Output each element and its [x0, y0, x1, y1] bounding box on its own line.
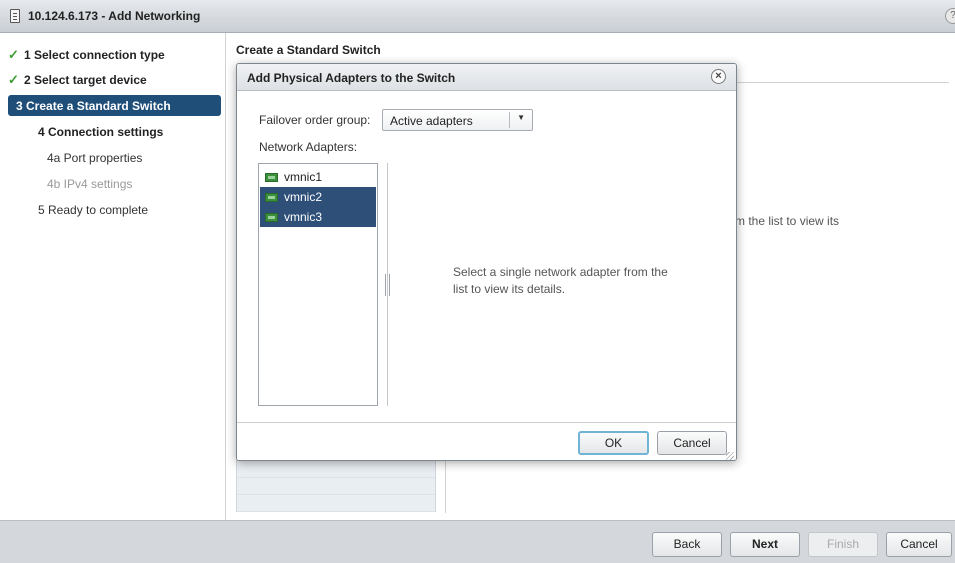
network-adapters-label: Network Adapters: [259, 140, 358, 154]
list-item-vmnic2[interactable]: vmnic2 [260, 187, 376, 207]
add-physical-adapters-dialog: Add Physical Adapters to the Switch × Fa… [236, 63, 737, 461]
window-titlebar: 10.124.6.173 - Add Networking ? [0, 0, 955, 33]
chevron-down-icon: ▼ [517, 113, 525, 122]
adapter-details-placeholder: Select a single network adapter from the… [453, 265, 668, 296]
cancel-button[interactable]: Cancel [886, 532, 952, 557]
dialog-header: Add Physical Adapters to the Switch × [237, 64, 736, 91]
step-port-properties[interactable]: 4a Port properties [8, 147, 221, 168]
dialog-footer: OK Cancel [237, 422, 736, 460]
next-button[interactable]: Next [730, 532, 800, 557]
dialog-cancel-button[interactable]: Cancel [657, 431, 727, 455]
dialog-body: Failover order group: Active adapters ▼ … [237, 92, 736, 422]
adapter-name: vmnic1 [284, 170, 323, 184]
list-item-vmnic3[interactable]: vmnic3 [260, 207, 376, 227]
adapter-details-hint: m the list to view its [735, 214, 840, 228]
step-label: 4b IPv4 settings [47, 176, 133, 191]
network-adapter-icon [265, 192, 278, 202]
step-label: 3 Create a Standard Switch [16, 98, 171, 113]
page-title: Create a Standard Switch [236, 43, 381, 57]
window-title: 10.124.6.173 - Add Networking [28, 9, 201, 23]
ok-button[interactable]: OK [578, 431, 649, 455]
finish-button: Finish [808, 532, 878, 557]
divider [445, 460, 446, 513]
step-label: 4a Port properties [47, 150, 143, 165]
step-create-standard-switch[interactable]: 3 Create a Standard Switch [8, 95, 221, 116]
step-ready-to-complete[interactable]: 5 Ready to complete [8, 199, 221, 220]
network-adapter-icon [265, 172, 278, 182]
step-label: 5 Ready to complete [38, 202, 149, 217]
adapter-name: vmnic2 [284, 190, 323, 204]
resize-grip[interactable] [726, 452, 734, 460]
step-select-connection-type[interactable]: ✓ 1 Select connection type [8, 44, 221, 65]
assigned-adapters-list[interactable] [236, 460, 436, 512]
adapter-name: vmnic3 [284, 210, 323, 224]
wizard-steps: ✓ 1 Select connection type ✓ 2 Select ta… [0, 33, 226, 520]
step-select-target-device[interactable]: ✓ 2 Select target device [8, 69, 221, 90]
failover-order-select[interactable]: Active adapters ▼ [382, 109, 533, 131]
dialog-title: Add Physical Adapters to the Switch [247, 71, 456, 85]
host-icon [10, 9, 20, 23]
close-icon[interactable]: × [711, 69, 726, 84]
step-label: 2 Select target device [24, 72, 147, 87]
checkmark-icon: ✓ [8, 71, 19, 87]
checkmark-icon: ✓ [8, 46, 19, 62]
failover-order-label: Failover order group: [259, 113, 371, 127]
network-adapter-icon [265, 212, 278, 222]
step-label: 4 Connection settings [38, 124, 164, 139]
wizard-footer: Back Next Finish Cancel [0, 520, 955, 563]
help-icon[interactable]: ? [945, 8, 955, 24]
splitter-grip[interactable] [385, 274, 390, 296]
failover-order-value: Active adapters [390, 114, 473, 128]
list-item-vmnic1[interactable]: vmnic1 [260, 167, 376, 187]
divider [731, 82, 949, 83]
back-button[interactable]: Back [652, 532, 722, 557]
network-adapters-list[interactable]: vmnic1 vmnic2 vmnic3 [258, 163, 378, 406]
step-ipv4-settings: 4b IPv4 settings [8, 173, 221, 194]
step-connection-settings[interactable]: 4 Connection settings [8, 121, 221, 142]
step-label: 1 Select connection type [24, 47, 165, 62]
